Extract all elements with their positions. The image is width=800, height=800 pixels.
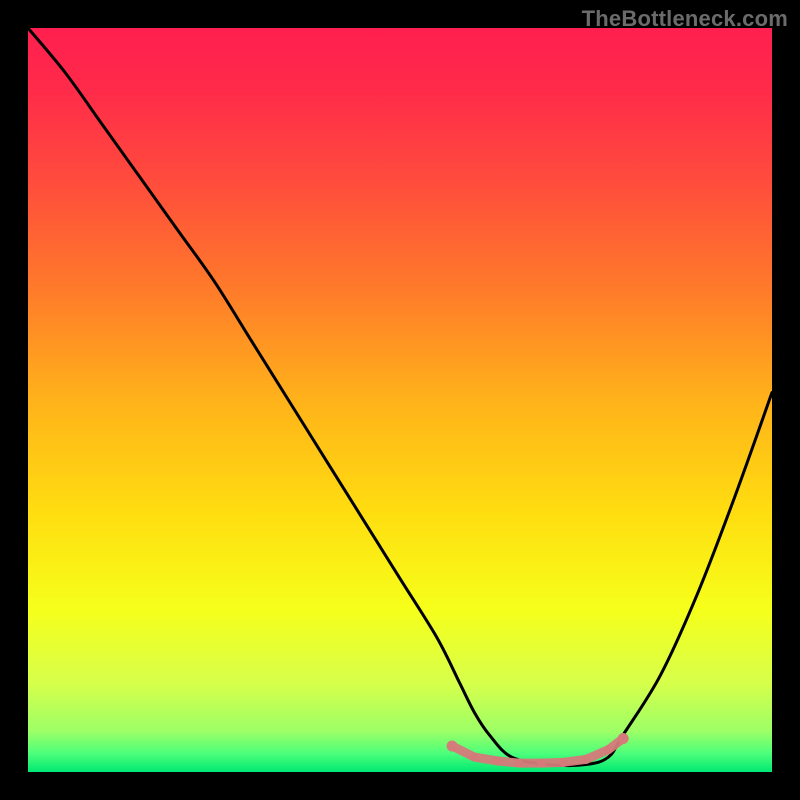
chart-frame: TheBottleneck.com [0,0,800,800]
marker-endpoint [618,733,629,744]
plot-background [28,28,772,772]
bottleneck-chart [28,28,772,772]
marker-endpoint [447,740,458,751]
